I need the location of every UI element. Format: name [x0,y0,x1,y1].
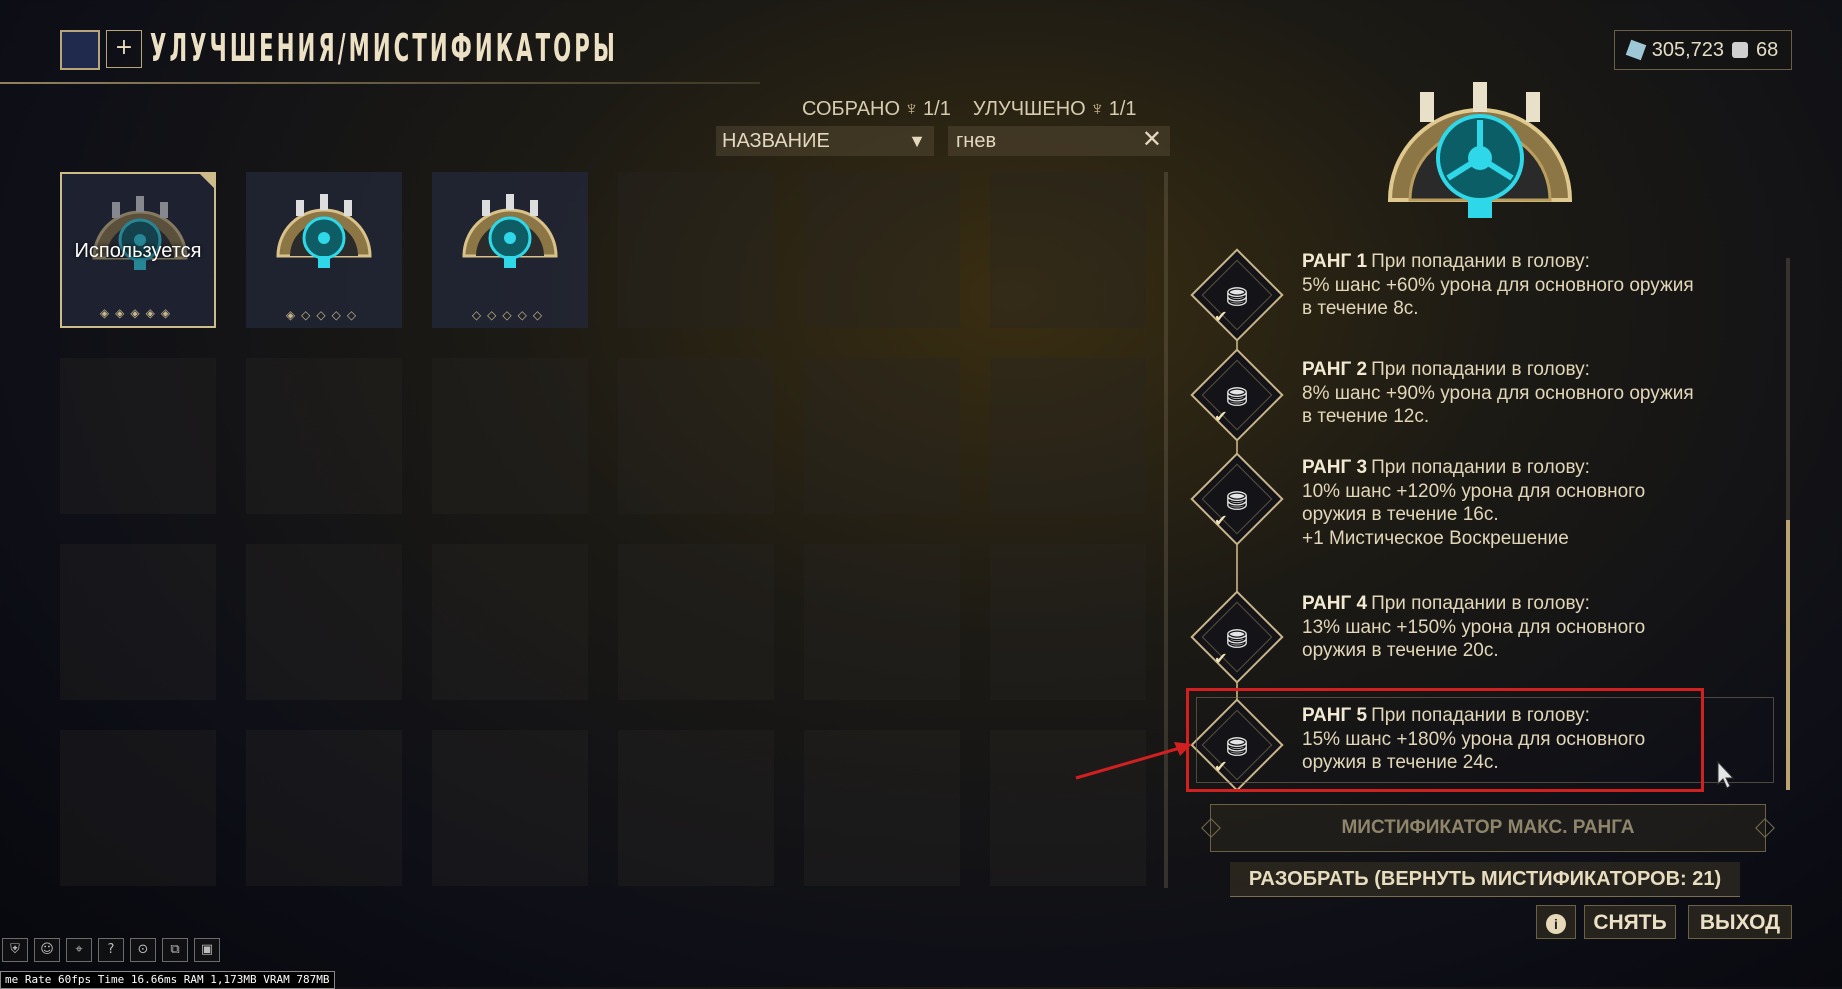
relic-icon [462,194,558,268]
relic-slot [990,172,1146,328]
rank-badge: ⛃ ✔ [1190,452,1284,546]
relic-slot [60,544,216,700]
rank-line: в течение 12с. [1302,406,1430,427]
rank-title: РАНГ 2 [1302,359,1368,380]
selected-relic-preview [1387,82,1573,218]
window-icon[interactable]: ▣ [194,938,220,962]
equipped-label: Используется [74,240,202,262]
rank-line: в течение 8с. [1302,298,1419,319]
relic-slot[interactable]: ◇◇◇◇◇ [432,172,588,328]
page-title: УЛУЧШЕНИЯ/МИСТИФИКАТОРЫ [150,26,618,70]
remove-button[interactable]: СНЯТЬ [1584,905,1676,939]
relic-slot [432,358,588,514]
rank-line: +1 Мистическое Воскрешение [1302,527,1569,549]
rank-badge: ⛃ ✔ [1190,248,1284,342]
help-icon[interactable]: ? [98,938,124,962]
laurel-icon: ♆ [1089,98,1105,120]
rank-description: РАНГ 2 При попадании в голову: 8% шанс +90… [1302,358,1694,429]
collection-stats: СОБРАНО ♆ 1/1 УЛУЧШЕНО ♆ 1/1 [802,98,1137,121]
relic-slot [804,544,960,700]
badge-icon[interactable]: ⊙ [130,938,156,962]
relic-slot [804,730,960,886]
rank-pips: ◈◈◈◈◈ [99,306,177,320]
rank-line: 8% шанс +90% урона для основного оружия [1302,382,1694,404]
rank-pips: ◈◇◇◇◇ [285,308,363,322]
relic-slot [990,544,1146,700]
relic-slot [804,358,960,514]
performance-overlay: me Rate 60fps Time 16.66ms RAM 1,173MB V… [0,971,335,989]
rank-line: При попадании в голову: [1371,593,1590,614]
mask-icon[interactable]: ☺ [34,938,60,962]
profile-icon[interactable] [60,30,100,70]
endo-icon [1732,42,1749,58]
relic-slot [618,544,774,700]
selected-corner-marker [200,174,214,188]
rank-title: РАНГ 3 [1302,457,1368,478]
exit-button[interactable]: ВЫХОД [1688,905,1792,939]
dropdown-arrow-icon: ▼ [908,131,926,151]
endo-value: 68 [1756,38,1779,61]
currency-display: 305,723 68 [1614,30,1792,70]
rank-description: РАНГ 3 При попадании в голову: 10% шанс +1… [1302,456,1645,550]
credits-value: 305,723 [1651,38,1725,61]
upgraded-stat: УЛУЧШЕНО ♆ 1/1 [972,98,1137,120]
relic-slot [60,358,216,514]
relic-slot[interactable]: ◈◇◇◇◇ [246,172,402,328]
collected-stat: СОБРАНО ♆ 1/1 [802,98,951,120]
laurel-icon: ♆ [904,98,920,120]
rank-title: РАНГ 1 [1302,251,1368,272]
relic-slot[interactable]: Используется ◈◈◈◈◈ [60,172,216,328]
map-pin-icon[interactable]: ⌖ [66,938,92,962]
red-highlight-box [1186,688,1704,792]
ranks-scrollbar-thumb[interactable] [1786,520,1790,790]
rank-description: РАНГ 4 При попадании в голову: 13% шанс +1… [1302,592,1645,663]
rank-line: 10% шанс +120% урона для основного [1302,480,1646,502]
rank-line: 5% шанс +60% урона для основного оружия [1302,274,1694,296]
relic-slot [246,358,402,514]
credits-icon [1625,39,1646,61]
relic-slot [618,358,774,514]
mouse-cursor-icon [1717,760,1735,789]
clear-search-icon[interactable]: ✕ [1142,125,1162,155]
rank-line: При попадании в голову: [1371,251,1590,272]
rank-line: При попадании в голову: [1371,359,1590,380]
add-button[interactable]: + [106,30,142,68]
rank-line: оружия в течение 20с. [1302,640,1499,661]
rank-description: РАНГ 1 При попадании в голову: 5% шанс +60… [1302,250,1694,321]
overlay-toolbar: ⛨ ☺ ⌖ ? ⊙ ⧉ ▣ [2,938,220,962]
relic-slot [618,730,774,886]
relic-slot [990,358,1146,514]
search-input[interactable]: гнев ✕ [948,126,1170,156]
rank-line: При попадании в голову: [1371,457,1590,478]
shield-icon[interactable]: ⛨ [2,938,28,962]
rank-pips: ◇◇◇◇◇ [471,308,549,322]
relic-slot [60,730,216,886]
sort-dropdown[interactable]: НАЗВАНИЕ ▼ [716,126,934,156]
dismantle-button[interactable]: РАЗОБРАТЬ (ВЕРНУТЬ МИСТИФИКАТОРОВ: 21) [1230,862,1740,897]
checkmark-icon: ✔ [1214,510,1228,530]
red-arrow-annotation [1075,742,1192,780]
rank-line: оружия в течение 16с. [1302,504,1499,525]
relic-slot [432,730,588,886]
relic-slot [432,544,588,700]
rank-badge: ⛃ ✔ [1190,590,1284,684]
checkmark-icon: ✔ [1214,406,1228,426]
relic-slot [246,544,402,700]
info-button[interactable]: i [1536,905,1576,939]
rank-line: 13% шанс +150% урона для основного [1302,616,1646,638]
relic-slot [804,172,960,328]
relic-slot [618,172,774,328]
title-divider [0,82,760,84]
relic-slot [246,730,402,886]
rank-badge: ⛃ ✔ [1190,348,1284,442]
info-icon: i [1546,914,1566,934]
checkmark-icon: ✔ [1214,306,1228,326]
checkmark-icon: ✔ [1214,648,1228,668]
relic-icon [276,194,372,268]
rank-title: РАНГ 4 [1302,593,1368,614]
max-rank-banner: МИСТИФИКАТОР МАКС. РАНГА [1210,804,1766,852]
copy-icon[interactable]: ⧉ [162,938,188,962]
